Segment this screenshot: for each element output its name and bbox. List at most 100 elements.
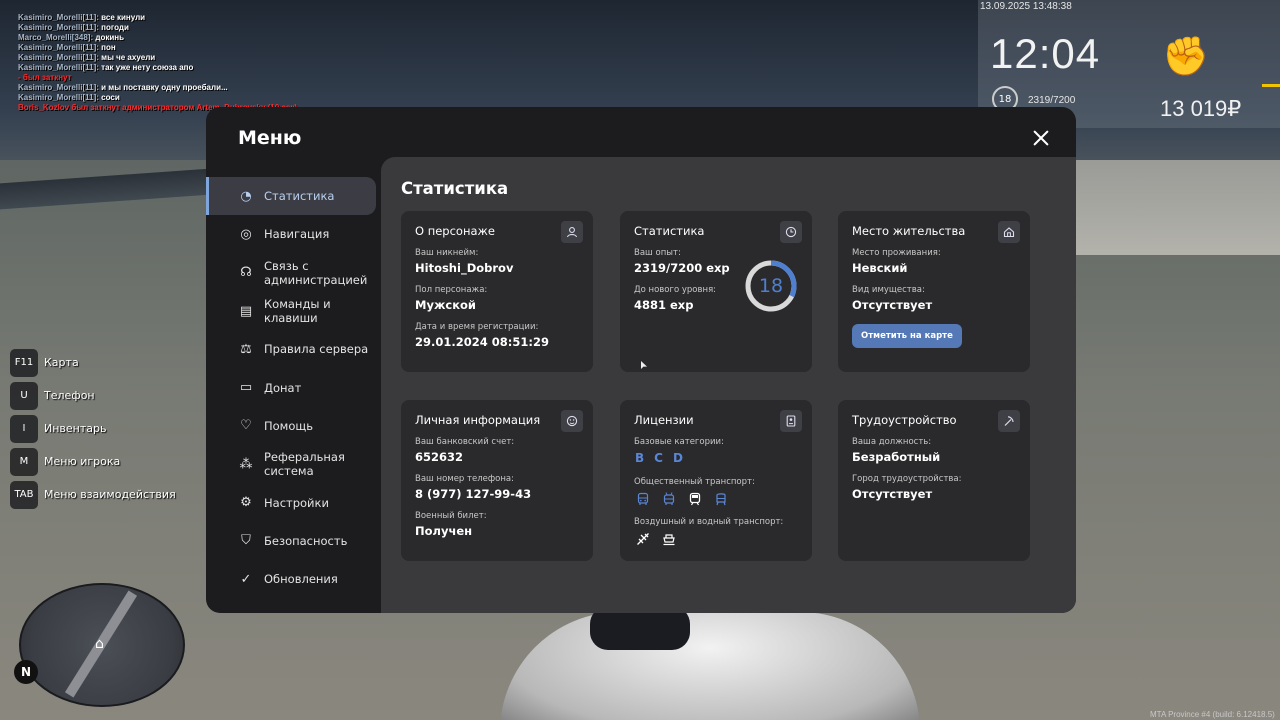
chat-line: - был заткнут	[18, 73, 297, 83]
nav-item-label: Команды и клавиши	[264, 297, 331, 326]
nav-item-8[interactable]: ⚙ Настройки	[206, 483, 382, 521]
public-transport-icons	[634, 491, 798, 507]
hotkey-i[interactable]: I Инвентарь	[10, 412, 176, 445]
property-value: Отсутствует	[852, 298, 933, 312]
position-value: Безработный	[852, 450, 941, 464]
menu-window: Меню ◔ Статистика ◎ Навигация ☊ Связь с админ…	[206, 107, 1076, 613]
chat-text: и мы поставку одну проебали...	[98, 83, 228, 92]
content-title: Статистика	[401, 179, 509, 198]
chat-text: мы че ахуели	[98, 53, 156, 62]
pickaxe-icon	[998, 410, 1020, 432]
chat-text: - был заткнут	[18, 73, 72, 82]
military-value: Получен	[415, 524, 473, 538]
phone-label: Ваш номер телефона:	[415, 474, 514, 484]
nav-item-0[interactable]: ◔ Статистика	[206, 177, 376, 216]
hotkey-list: F11 Карта U Телефон I Инвентарь M Меню игрока TA…	[10, 346, 176, 511]
nav-item-label: Безопасность	[264, 533, 348, 548]
nav-item-9[interactable]: ⛉ Безопасность	[206, 522, 382, 560]
tram-icon	[712, 491, 730, 507]
wall-background	[1070, 160, 1280, 255]
chat-text: погоди	[98, 23, 129, 32]
nav-item-10[interactable]: ✓ Обновления	[206, 560, 382, 598]
hotkey-label: Телефон	[44, 389, 95, 402]
nav-item-6[interactable]: ♡ Помощь	[206, 407, 382, 445]
chat-nick: Kasimiro_Morelli[11]:	[18, 13, 99, 22]
close-button[interactable]	[1028, 125, 1054, 151]
nav-item-7[interactable]: ⁂ Реферальная система	[206, 445, 382, 483]
fist-icon: ✊	[1162, 34, 1210, 78]
place-value: Невский	[852, 261, 908, 275]
exp-label: Ваш опыт:	[634, 248, 681, 258]
nav-item-label: Навигация	[264, 227, 330, 242]
card-title: Лицензии	[634, 413, 694, 427]
bank-label: Ваш банковский счет:	[415, 437, 515, 447]
chat-log: Kasimiro_Morelli[11]: все кинули Kasimiro…	[18, 13, 297, 113]
card-employment: Трудоустройство Ваша должность: Безработ…	[838, 400, 1030, 561]
chat-nick: Marco_Morelli[348]:	[18, 33, 94, 42]
minimap-player-icon: ⌂	[95, 636, 104, 652]
north-indicator: N	[14, 660, 38, 684]
hotkey-m[interactable]: M Меню игрока	[10, 445, 176, 478]
mark-on-map-button[interactable]: Отметить на карте	[852, 324, 962, 348]
document-icon: ▤	[239, 303, 253, 319]
position-label: Ваша должность:	[852, 437, 932, 447]
hotkey-label: Карта	[44, 356, 79, 369]
chat-text: докинь	[93, 33, 124, 42]
work-city-value: Отсутствует	[852, 487, 933, 501]
wallet-icon: ▭	[239, 380, 253, 396]
pie-chart-icon: ◔	[240, 188, 252, 204]
chat-text: так уже нету союза апо	[98, 63, 194, 72]
card-licenses: Лицензии Базовые категории: B C D Общест…	[620, 400, 812, 561]
nav-item-1[interactable]: ◎ Навигация	[206, 215, 382, 253]
hotkey-key: M	[10, 447, 38, 476]
card-residence: Место жительства Место проживания: Невск…	[838, 211, 1030, 372]
user-icon	[561, 221, 583, 243]
nav-item-label: Правила сервера	[264, 342, 369, 357]
card-title: О персонаже	[415, 224, 495, 238]
chat-line: Kasimiro_Morelli[11]: и мы поставку одну…	[18, 83, 297, 93]
house-icon	[998, 221, 1020, 243]
chat-nick: Kasimiro_Morelli[11]:	[18, 43, 99, 52]
nick-label: Ваш никнейм:	[415, 248, 479, 258]
nav-item-label: Связь с администрацией	[264, 258, 368, 287]
base-categories-label: Базовые категории:	[634, 437, 724, 447]
id-card-icon	[780, 410, 802, 432]
nav-item-label: Настройки	[264, 495, 329, 510]
airplane-icon	[634, 531, 652, 547]
hotkey-u[interactable]: U Телефон	[10, 379, 176, 412]
nav-item-4[interactable]: ⚖ Правила сервера	[206, 330, 382, 368]
phone-value: 8 (977) 127-99-43	[415, 487, 532, 501]
nav-item-label: Обновления	[264, 572, 338, 587]
air-water-icons	[634, 531, 798, 547]
shield-icon: ⛉	[241, 533, 251, 549]
hotkey-f11[interactable]: F11 Карта	[10, 346, 176, 379]
boat-icon	[660, 531, 678, 547]
hotkey-label: Меню игрока	[44, 455, 121, 468]
car-hood	[500, 612, 920, 720]
nav-item-2[interactable]: ☊ Связь с администрацией	[206, 254, 382, 292]
work-city-label: Город трудоустройства:	[852, 474, 962, 484]
card-statistics: Статистика Ваш опыт: 2319/7200 exp До но…	[620, 211, 812, 372]
nav-item-5[interactable]: ▭ Донат	[206, 368, 382, 406]
chat-nick: Kasimiro_Morelli[11]:	[18, 83, 99, 92]
hotkey-label: Инвентарь	[44, 422, 107, 435]
chat-line: Kasimiro_Morelli[11]: погоди	[18, 23, 297, 33]
hud-datetime: 13.09.2025 13:48:38	[980, 1, 1072, 12]
chat-nick: Kasimiro_Morelli[11]:	[18, 23, 99, 32]
clock-icon	[780, 221, 802, 243]
chat-text: пон	[98, 43, 116, 52]
card-title: Место жительства	[852, 224, 966, 238]
build-info: MTA Province #4 (build: 6.12418.5)	[1150, 710, 1275, 719]
public-transport-label: Общественный транспорт:	[634, 477, 755, 487]
card-character: О персонаже Ваш никнейм: Hitoshi_Dobrov …	[401, 211, 593, 372]
hud-health-bar	[1262, 84, 1280, 87]
chat-nick: Kasimiro_Morelli[11]:	[18, 93, 99, 102]
hotkey-key: F11	[10, 348, 38, 377]
chat-line: Kasimiro_Morelli[11]: соси	[18, 93, 297, 103]
hotkey-label: Меню взаимодействия	[44, 488, 176, 501]
nav-item-3[interactable]: ▤ Команды и клавиши	[206, 292, 382, 330]
hotkey-tab[interactable]: TAB Меню взаимодействия	[10, 478, 176, 511]
hotkey-key: I	[10, 414, 38, 443]
menu-title: Меню	[238, 127, 302, 149]
scales-icon: ⚖	[240, 341, 252, 357]
